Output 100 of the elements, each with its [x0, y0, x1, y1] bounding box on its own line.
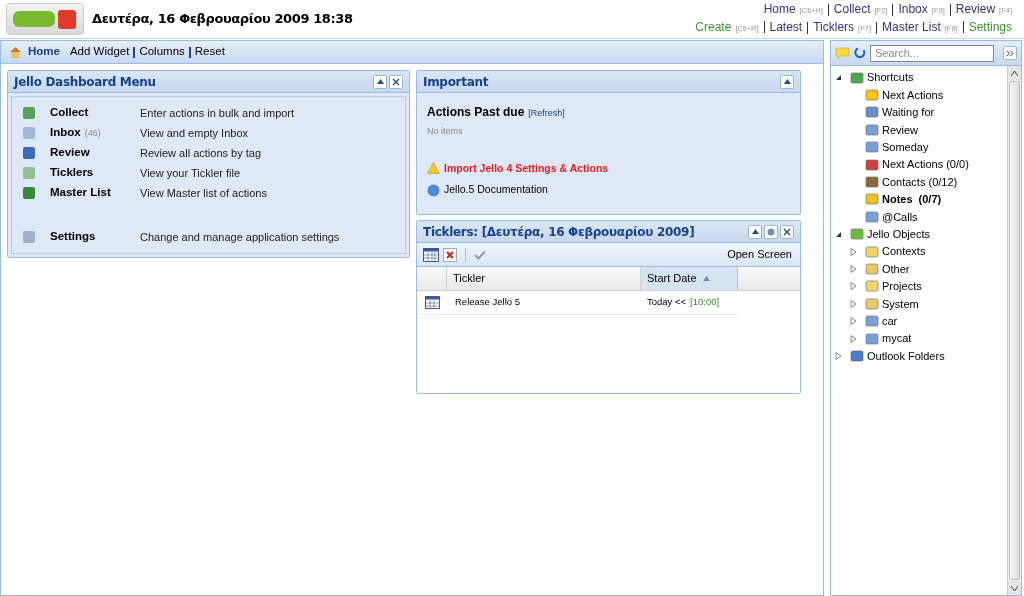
- nav-link[interactable]: Collect: [833, 1, 871, 17]
- date-time: Δευτέρα, 16 Φεβρουαρίου 2009 18:38: [92, 10, 353, 29]
- menu-item-description: View Master list of actions: [140, 185, 267, 201]
- caret-up-icon: [751, 229, 759, 234]
- close-icon: [392, 77, 400, 86]
- logo-icon: [6, 3, 84, 35]
- nav-link[interactable]: Master List: [882, 19, 941, 35]
- menu-item-link[interactable]: Review: [50, 144, 140, 162]
- tree-item[interactable]: @Calls: [882, 208, 918, 226]
- menu-item-description: Change and manage application settings: [140, 229, 340, 245]
- menu-item-icon: [22, 106, 36, 120]
- delete-button[interactable]: [443, 247, 457, 262]
- toolbar-link[interactable]: Add Widget: [69, 43, 130, 61]
- tree-item[interactable]: Someday: [882, 139, 929, 156]
- toolbar-link[interactable]: Reset: [194, 43, 225, 61]
- refresh-link[interactable]: [Refresh]: [528, 107, 565, 121]
- tree-item[interactable]: Contacts (0/12): [882, 173, 958, 191]
- panel-title: Ticklers: [Δευτέρα, 16 Φεβρουαρίου 2009]: [423, 223, 696, 241]
- menu-item-description: Review all actions by tag: [140, 145, 262, 161]
- tree-item-icon: [865, 331, 879, 346]
- caret-up-icon: [376, 79, 384, 84]
- tree-item[interactable]: car: [882, 312, 898, 330]
- tree-node-icon: [850, 70, 864, 85]
- tree-item-icon: [865, 244, 879, 259]
- collapse-button[interactable]: [373, 74, 387, 89]
- menu-item-icon: [22, 166, 36, 180]
- calendar-button[interactable]: [423, 247, 439, 262]
- sort-ascending-icon: [702, 276, 710, 281]
- nav-link[interactable]: Settings: [968, 19, 1012, 35]
- tree-item[interactable]: Next Actions: [882, 86, 944, 104]
- tree-item-icon: [865, 175, 879, 190]
- nav-link[interactable]: Home: [763, 1, 796, 17]
- menu-item-link[interactable]: Settings: [50, 228, 140, 246]
- tree-item[interactable]: Review: [882, 121, 919, 139]
- menu-item-icon: [22, 146, 36, 160]
- section-heading: Actions Past due: [427, 104, 525, 121]
- tree-item-icon: [865, 105, 879, 120]
- tree-item-icon: [865, 140, 879, 155]
- tree-item[interactable]: Jello Objects: [867, 225, 930, 243]
- tree-item[interactable]: Shortcuts: [867, 69, 914, 86]
- caret-up-icon: [783, 79, 791, 84]
- tree-item-icon: [865, 88, 879, 103]
- import-link[interactable]: Import Jello 4 Settings & Actions: [444, 160, 609, 177]
- table-cell: Today <<: [647, 295, 687, 310]
- calendar-icon: [424, 296, 440, 309]
- tree-item[interactable]: Other: [882, 260, 910, 278]
- time-label: [10:00]: [690, 295, 720, 310]
- check-button[interactable]: [474, 249, 486, 260]
- warning-icon: [427, 162, 440, 175]
- menu-item-link[interactable]: Master List: [50, 184, 140, 202]
- help-icon: [427, 183, 440, 197]
- open-screen-button[interactable]: Open Screen: [727, 246, 794, 263]
- tree-item-icon: [865, 279, 879, 294]
- tree-item[interactable]: mycat: [882, 330, 912, 347]
- nav-link[interactable]: Review: [955, 1, 996, 17]
- nav-link[interactable]: Ticklers: [813, 19, 855, 35]
- tree-item-icon: [865, 262, 879, 276]
- tree-item-icon: [865, 192, 879, 207]
- tree-item[interactable]: Waiting for: [882, 104, 935, 121]
- tree-item-icon: [865, 296, 879, 311]
- home-icon: [9, 45, 22, 59]
- tree-item[interactable]: Notes (0/7): [882, 191, 942, 208]
- toolbar-link[interactable]: Columns: [139, 43, 185, 61]
- close-button[interactable]: [389, 74, 403, 89]
- table-cell-text: Release Jello 5: [454, 295, 521, 310]
- menu-item-icon: [22, 186, 36, 200]
- nav-link[interactable]: Inbox: [898, 1, 928, 17]
- gear-icon: [767, 227, 775, 236]
- tree-node-icon: [850, 227, 864, 242]
- menu-item-link[interactable]: Ticklers: [50, 164, 140, 182]
- scrollbar[interactable]: [1007, 66, 1021, 595]
- panel-title: Jello Dashboard Menu: [14, 73, 157, 91]
- collapse-button[interactable]: [748, 224, 762, 239]
- search-field[interactable]: Search...: [870, 44, 994, 62]
- documentation-link[interactable]: Jello.5 Documentation: [444, 182, 548, 198]
- menu-item-description: View and empty Inbox: [140, 125, 249, 141]
- nav-link[interactable]: Create: [695, 19, 732, 35]
- menu-item-description: Enter actions in bulk and import: [140, 105, 295, 121]
- column-header[interactable]: Start Date: [641, 267, 738, 290]
- close-button[interactable]: [780, 224, 794, 239]
- nav-link[interactable]: Latest: [769, 19, 803, 35]
- double-chevron-icon: [1006, 49, 1014, 57]
- scroll-up-icon[interactable]: [1011, 70, 1018, 76]
- menu-item-link[interactable]: Inbox (46): [50, 124, 140, 142]
- empty-message: No items: [427, 125, 464, 138]
- refresh-icon[interactable]: [854, 47, 866, 59]
- menu-item-icon: [22, 230, 36, 244]
- menu-item-link[interactable]: Collect: [50, 104, 140, 122]
- panel-title: Important: [423, 73, 490, 91]
- tree-item[interactable]: Projects: [882, 278, 922, 295]
- tree-item-icon: [865, 157, 879, 172]
- tree-item-icon: [865, 209, 879, 224]
- tree-item[interactable]: Outlook Folders: [867, 347, 945, 365]
- expand-panel-button[interactable]: [1003, 46, 1017, 60]
- scroll-down-icon[interactable]: [1011, 585, 1018, 591]
- tree-item[interactable]: Contexts: [882, 243, 926, 260]
- home-link[interactable]: Home: [28, 43, 60, 61]
- collapse-button[interactable]: [780, 74, 794, 89]
- tree-item[interactable]: Next Actions (0/0): [882, 156, 969, 173]
- tree-item[interactable]: System: [882, 295, 919, 312]
